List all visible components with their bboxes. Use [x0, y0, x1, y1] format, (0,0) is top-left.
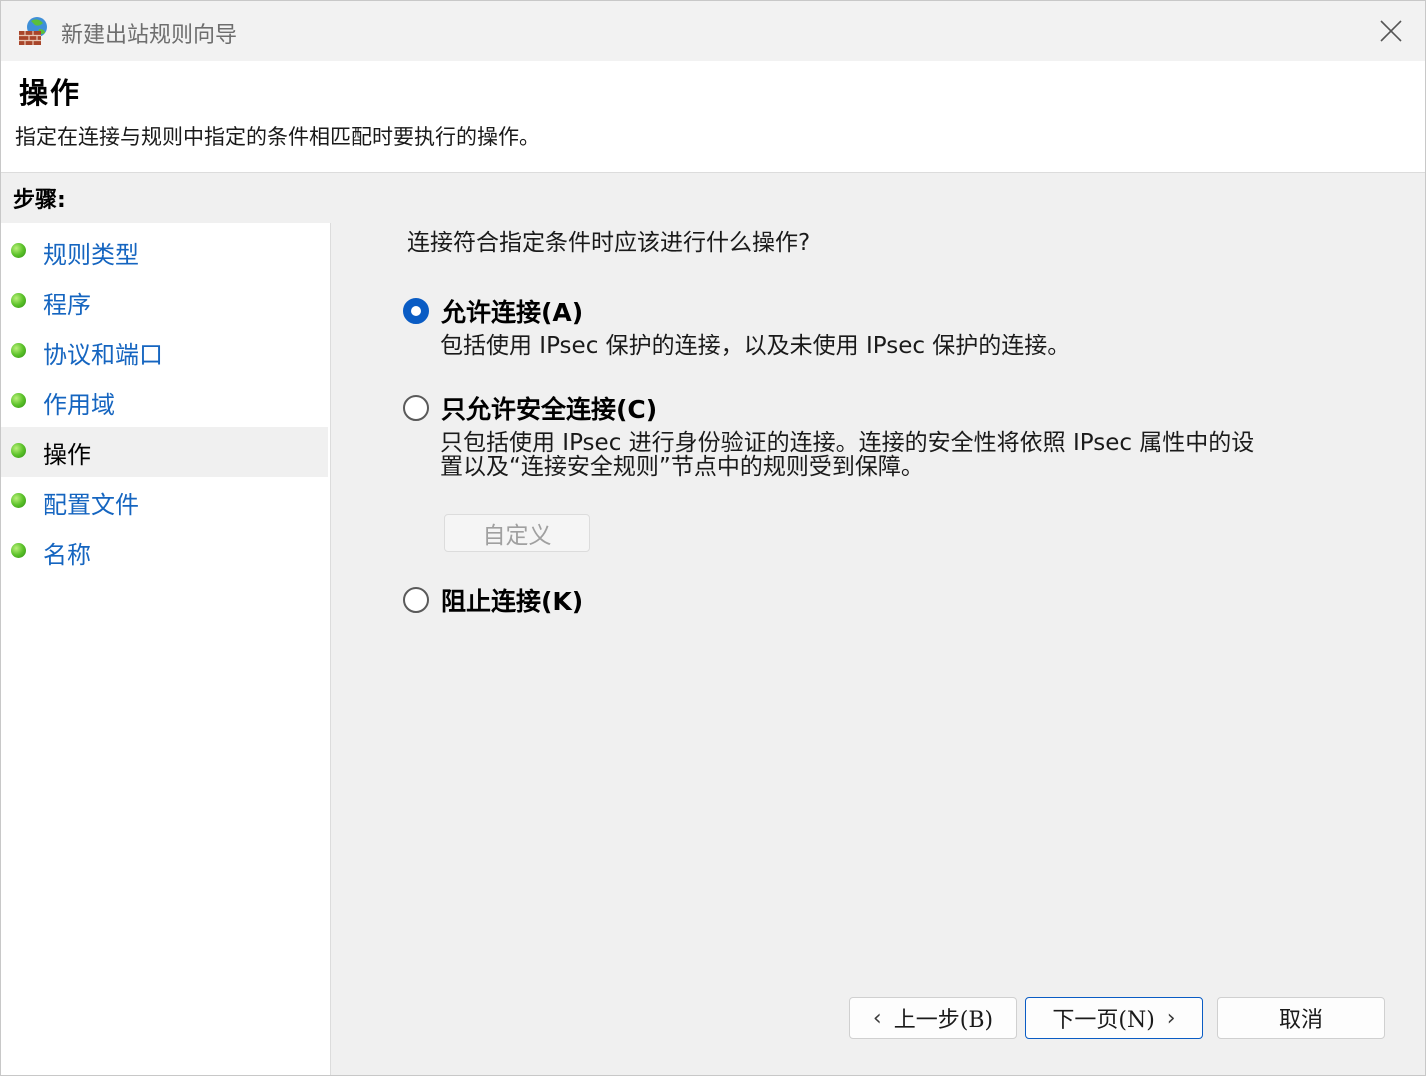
step-profile[interactable]: 配置文件	[1, 477, 328, 527]
step-label: 操作	[43, 440, 91, 469]
step-label: 规则类型	[43, 240, 139, 269]
close-button[interactable]	[1357, 1, 1425, 61]
cancel-button[interactable]: 取消	[1217, 997, 1385, 1039]
option-label: 只允许安全连接(C)	[441, 395, 658, 424]
next-button[interactable]: 下一页(N) ›	[1025, 997, 1203, 1039]
customize-button[interactable]: 自定义	[444, 514, 590, 552]
option-allow-description: 包括使用 IPsec 保护的连接，以及未使用 IPsec 保护的连接。	[440, 333, 1071, 359]
page-title: 操作	[19, 76, 82, 110]
step-label: 协议和端口	[43, 340, 163, 369]
option-allow-connection[interactable]: 允许连接(A)	[403, 293, 583, 329]
step-program[interactable]: 程序	[1, 277, 328, 327]
option-label: 阻止连接(K)	[441, 587, 584, 616]
step-label: 名称	[43, 540, 91, 569]
step-complete-icon	[11, 343, 26, 358]
step-label: 配置文件	[43, 490, 139, 519]
step-rule-type[interactable]: 规则类型	[1, 227, 328, 277]
steps-header: 步骤:	[1, 179, 331, 223]
wizard-window: 新建出站规则向导 操作 指定在连接与规则中指定的条件相匹配时要执行的操作。 步骤…	[0, 0, 1426, 1076]
option-allow-secure[interactable]: 只允许安全连接(C)	[403, 390, 657, 426]
page-header: 操作 指定在连接与规则中指定的条件相匹配时要执行的操作。	[1, 61, 1425, 173]
step-action: 操作	[1, 427, 328, 477]
chevron-right-icon: ›	[1166, 1005, 1176, 1031]
step-protocol-ports[interactable]: 协议和端口	[1, 327, 328, 377]
option-label: 允许连接(A)	[441, 298, 584, 327]
step-name[interactable]: 名称	[1, 527, 328, 577]
radio-secure[interactable]	[403, 395, 429, 421]
step-label: 作用域	[43, 390, 115, 419]
step-scope[interactable]: 作用域	[1, 377, 328, 427]
firewall-icon	[17, 15, 51, 47]
step-pending-icon	[11, 543, 26, 558]
step-complete-icon	[11, 293, 26, 308]
radio-block[interactable]	[403, 587, 429, 613]
window-title: 新建出站规则向导	[61, 23, 238, 48]
step-label: 程序	[43, 290, 91, 319]
steps-sidebar: 步骤: 规则类型 程序 协议和端口 作用域 操作 配置文件 名称	[1, 179, 331, 1075]
radio-allow[interactable]	[403, 298, 429, 324]
next-label: 下一页(N)	[1052, 1008, 1155, 1033]
option-secure-description-line1: 只包括使用 IPsec 进行身份验证的连接。连接的安全性将依照 IPsec 属性…	[440, 430, 1255, 456]
option-secure-description-line2: 置以及“连接安全规则”节点中的规则受到保障。	[440, 454, 924, 480]
action-question: 连接符合指定条件时应该进行什么操作?	[407, 230, 811, 256]
close-icon	[1380, 20, 1402, 42]
page-subtitle: 指定在连接与规则中指定的条件相匹配时要执行的操作。	[15, 125, 540, 149]
title-bar: 新建出站规则向导	[1, 1, 1425, 61]
main-panel: 连接符合指定条件时应该进行什么操作? 允许连接(A) 包括使用 IPsec 保护…	[337, 179, 1425, 1075]
back-button[interactable]: ‹ 上一步(B)	[849, 997, 1017, 1039]
back-label: 上一步(B)	[893, 1008, 994, 1033]
step-current-icon	[11, 443, 26, 458]
step-pending-icon	[11, 493, 26, 508]
step-complete-icon	[11, 393, 26, 408]
step-complete-icon	[11, 243, 26, 258]
chevron-left-icon: ‹	[872, 1005, 882, 1031]
option-block-connection[interactable]: 阻止连接(K)	[403, 582, 583, 618]
